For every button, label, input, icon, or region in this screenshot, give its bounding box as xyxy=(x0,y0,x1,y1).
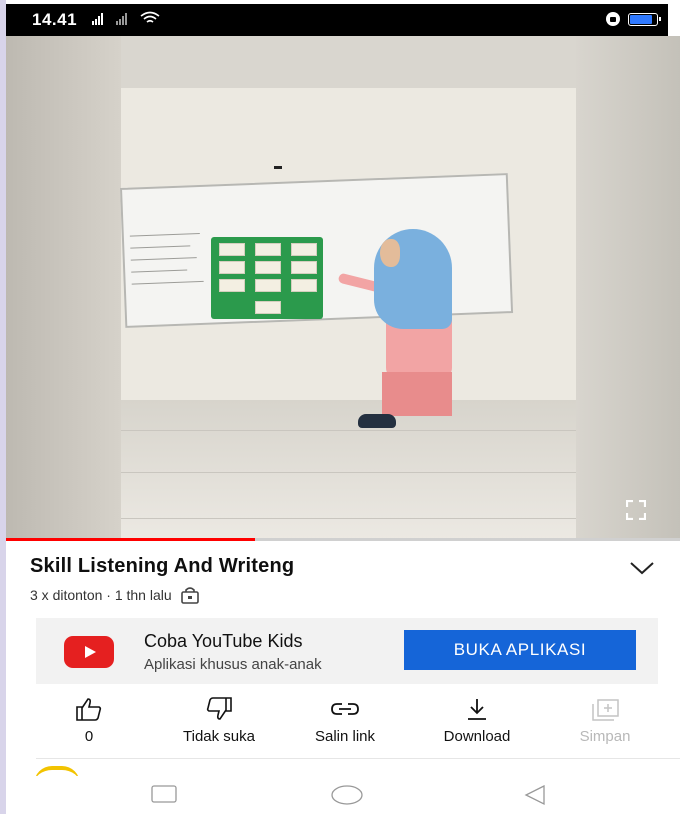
video-actions: 0 Tidak suka Salin link Download Simpan xyxy=(40,696,666,748)
like-count: 0 xyxy=(84,728,94,745)
video-title[interactable]: Skill Listening And Writeng xyxy=(30,555,294,578)
rotation-lock-icon xyxy=(606,12,620,26)
lock-icon xyxy=(180,587,199,604)
dislike-label: Tidak suka xyxy=(183,728,255,745)
save-button[interactable]: Simpan xyxy=(550,696,660,745)
cellular-signal-icon xyxy=(92,12,103,30)
youtube-kids-banner: Coba YouTube Kids Aplikasi khusus anak-a… xyxy=(36,618,658,684)
banner-subtitle: Aplikasi khusus anak-anak xyxy=(144,656,322,673)
copy-link-label: Salin link xyxy=(314,728,376,745)
section-divider xyxy=(36,758,680,759)
banner-title: Coba YouTube Kids xyxy=(144,631,303,651)
video-frame-shoe xyxy=(358,414,396,428)
wall-mark xyxy=(274,166,282,169)
save-to-playlist-icon xyxy=(592,699,619,721)
open-app-button[interactable]: BUKA APLIKASI xyxy=(404,630,636,670)
video-frame-greenboard xyxy=(211,237,323,319)
download-button[interactable]: Download xyxy=(422,696,532,745)
recent-apps-icon[interactable] xyxy=(150,784,178,804)
home-icon[interactable] xyxy=(330,784,364,806)
video-frame-right-wall xyxy=(576,36,680,540)
battery-icon xyxy=(628,12,661,26)
thumbs-up-icon xyxy=(76,698,102,721)
like-button[interactable]: 0 xyxy=(34,696,144,745)
video-progress-bar[interactable] xyxy=(6,538,680,541)
chevron-down-icon[interactable] xyxy=(629,560,655,576)
link-icon xyxy=(331,703,359,715)
back-icon[interactable] xyxy=(522,784,548,806)
youtube-kids-logo-icon xyxy=(64,636,114,668)
video-progress-fill xyxy=(6,538,256,541)
video-frame-floor xyxy=(121,400,576,540)
video-frame-skirt xyxy=(382,372,452,416)
fullscreen-icon[interactable] xyxy=(626,500,646,520)
system-navigation-bar xyxy=(6,776,680,814)
dislike-button[interactable]: Tidak suka xyxy=(164,696,274,745)
video-player[interactable] xyxy=(6,36,680,540)
video-frame-face xyxy=(380,239,400,267)
thumbs-down-icon xyxy=(206,697,232,720)
download-icon xyxy=(468,699,486,720)
video-views-date: 3 x ditonton · 1 thn lalu xyxy=(30,587,172,603)
video-frame-left-wall xyxy=(6,36,121,540)
video-meta: 3 x ditonton · 1 thn lalu xyxy=(30,586,200,604)
download-label: Download xyxy=(443,728,511,745)
save-label: Simpan xyxy=(579,728,631,745)
status-bar: 14.41 xyxy=(6,4,668,36)
cellular-signal-2-icon xyxy=(116,12,127,30)
status-time: 14.41 xyxy=(32,10,78,29)
wifi-icon xyxy=(140,11,160,23)
copy-link-button[interactable]: Salin link xyxy=(290,696,400,745)
